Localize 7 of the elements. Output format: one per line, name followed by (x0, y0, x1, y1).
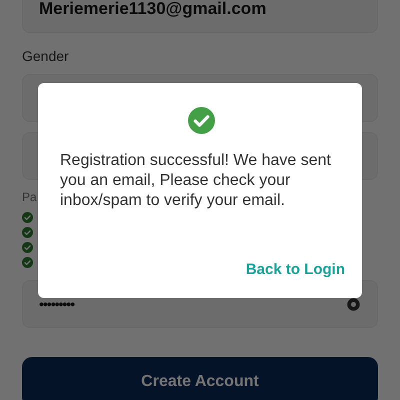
success-check-icon (188, 107, 214, 134)
success-message: Registration successful! We have sent you an email, Please check your inbox/spam to verify your email. (60, 151, 332, 211)
create-account-button[interactable]: Create Account (22, 357, 378, 400)
field-label: Gender (22, 48, 69, 64)
back-to-login-link[interactable]: Back to Login (246, 261, 345, 278)
email-field[interactable]: Meriemerie1130@gmail.com (22, 0, 378, 33)
field-label: Pa (22, 190, 37, 204)
